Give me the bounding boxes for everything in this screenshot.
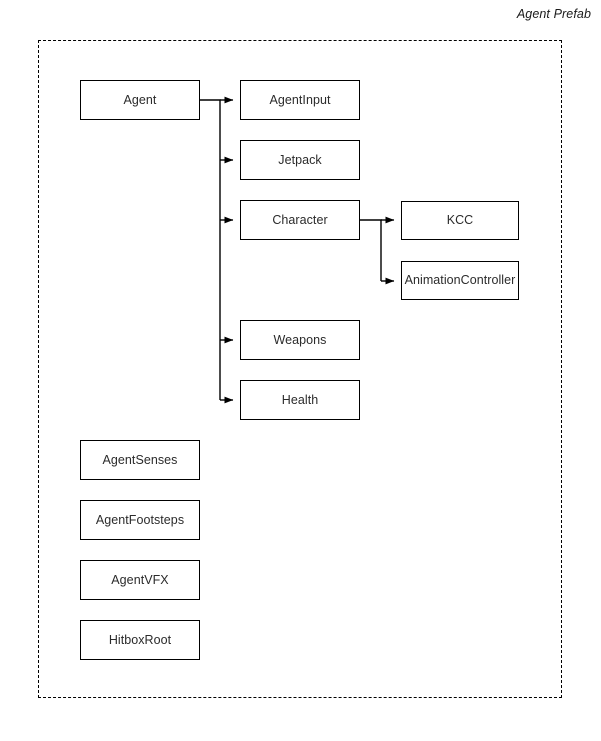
node-hitbox-root[interactable]: HitboxRoot: [80, 620, 200, 660]
node-kcc[interactable]: KCC: [401, 201, 519, 240]
node-agent[interactable]: Agent: [80, 80, 200, 120]
node-kcc-label: KCC: [446, 213, 474, 227]
node-animation-controller-label: AnimationController: [404, 273, 516, 287]
node-jetpack-label: Jetpack: [278, 152, 322, 167]
node-agent-label: Agent: [123, 92, 157, 107]
node-agent-input[interactable]: AgentInput: [240, 80, 360, 120]
node-animation-controller[interactable]: AnimationController: [401, 261, 519, 300]
node-character[interactable]: Character: [240, 200, 360, 240]
node-agent-footsteps-label: AgentFootsteps: [95, 512, 185, 527]
edge-character-trunk: [360, 219, 382, 281]
edge-agent-trunk: [200, 99, 221, 400]
node-weapons-label: Weapons: [273, 332, 327, 347]
node-health-label: Health: [281, 392, 319, 407]
node-agent-vfx[interactable]: AgentVFX: [80, 560, 200, 600]
node-agent-senses[interactable]: AgentSenses: [80, 440, 200, 480]
node-agent-footsteps[interactable]: AgentFootsteps: [80, 500, 200, 540]
node-health[interactable]: Health: [240, 380, 360, 420]
node-hitbox-root-label: HitboxRoot: [108, 632, 172, 647]
diagram-canvas: Agent Prefab Agent AgentInput Jetpack Ch…: [0, 0, 601, 741]
node-jetpack[interactable]: Jetpack: [240, 140, 360, 180]
node-agent-input-label: AgentInput: [269, 92, 331, 107]
node-agent-senses-label: AgentSenses: [102, 452, 178, 467]
node-agent-vfx-label: AgentVFX: [111, 572, 169, 587]
node-weapons[interactable]: Weapons: [240, 320, 360, 360]
node-character-label: Character: [272, 212, 328, 227]
